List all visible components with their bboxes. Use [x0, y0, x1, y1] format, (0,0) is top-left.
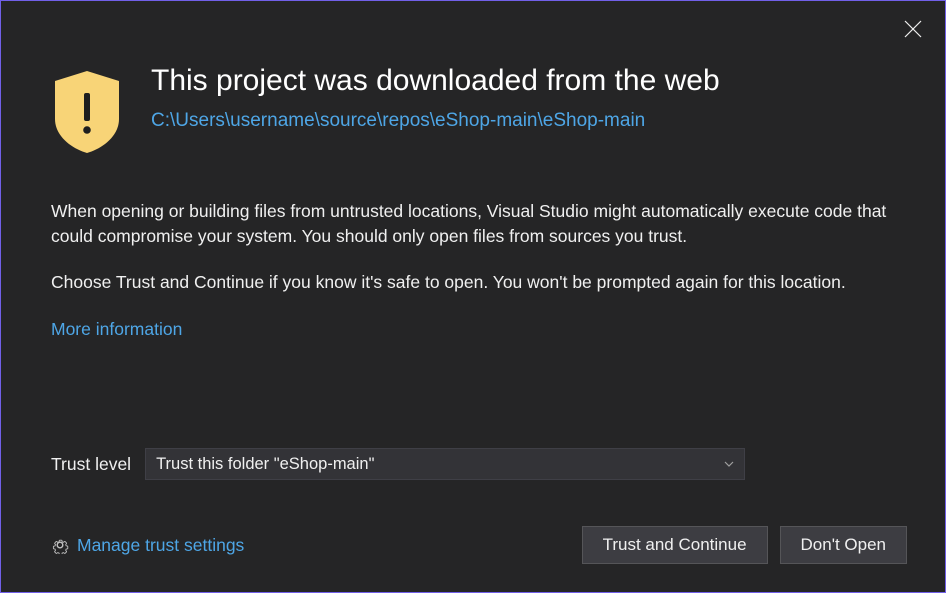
header-text: This project was downloaded from the web… [151, 61, 895, 132]
more-information-link[interactable]: More information [51, 317, 182, 342]
trust-level-select[interactable]: Trust this folder "eShop-main" [145, 448, 745, 480]
trust-level-label: Trust level [51, 454, 131, 475]
dialog-header: This project was downloaded from the web… [1, 1, 945, 155]
chevron-down-icon [724, 459, 734, 469]
dialog-footer: Manage trust settings Trust and Continue… [1, 526, 945, 564]
dialog-body: When opening or building files from untr… [1, 155, 945, 343]
manage-trust-settings-link[interactable]: Manage trust settings [51, 535, 244, 556]
dont-open-button[interactable]: Don't Open [780, 526, 907, 564]
warning-paragraph-2: Choose Trust and Continue if you know it… [51, 270, 895, 295]
close-icon [903, 19, 923, 39]
gear-icon [51, 536, 69, 554]
manage-trust-settings-text: Manage trust settings [77, 535, 244, 556]
shield-warning-icon [51, 69, 123, 155]
project-path: C:\Users\username\source\repos\eShop-mai… [151, 110, 895, 132]
trust-and-continue-button[interactable]: Trust and Continue [582, 526, 768, 564]
warning-paragraph-1: When opening or building files from untr… [51, 199, 895, 250]
button-group: Trust and Continue Don't Open [582, 526, 907, 564]
dialog-title: This project was downloaded from the web [151, 61, 895, 100]
trust-level-value: Trust this folder "eShop-main" [156, 455, 374, 474]
close-button[interactable] [899, 15, 927, 43]
trust-level-row: Trust level Trust this folder "eShop-mai… [1, 448, 945, 480]
